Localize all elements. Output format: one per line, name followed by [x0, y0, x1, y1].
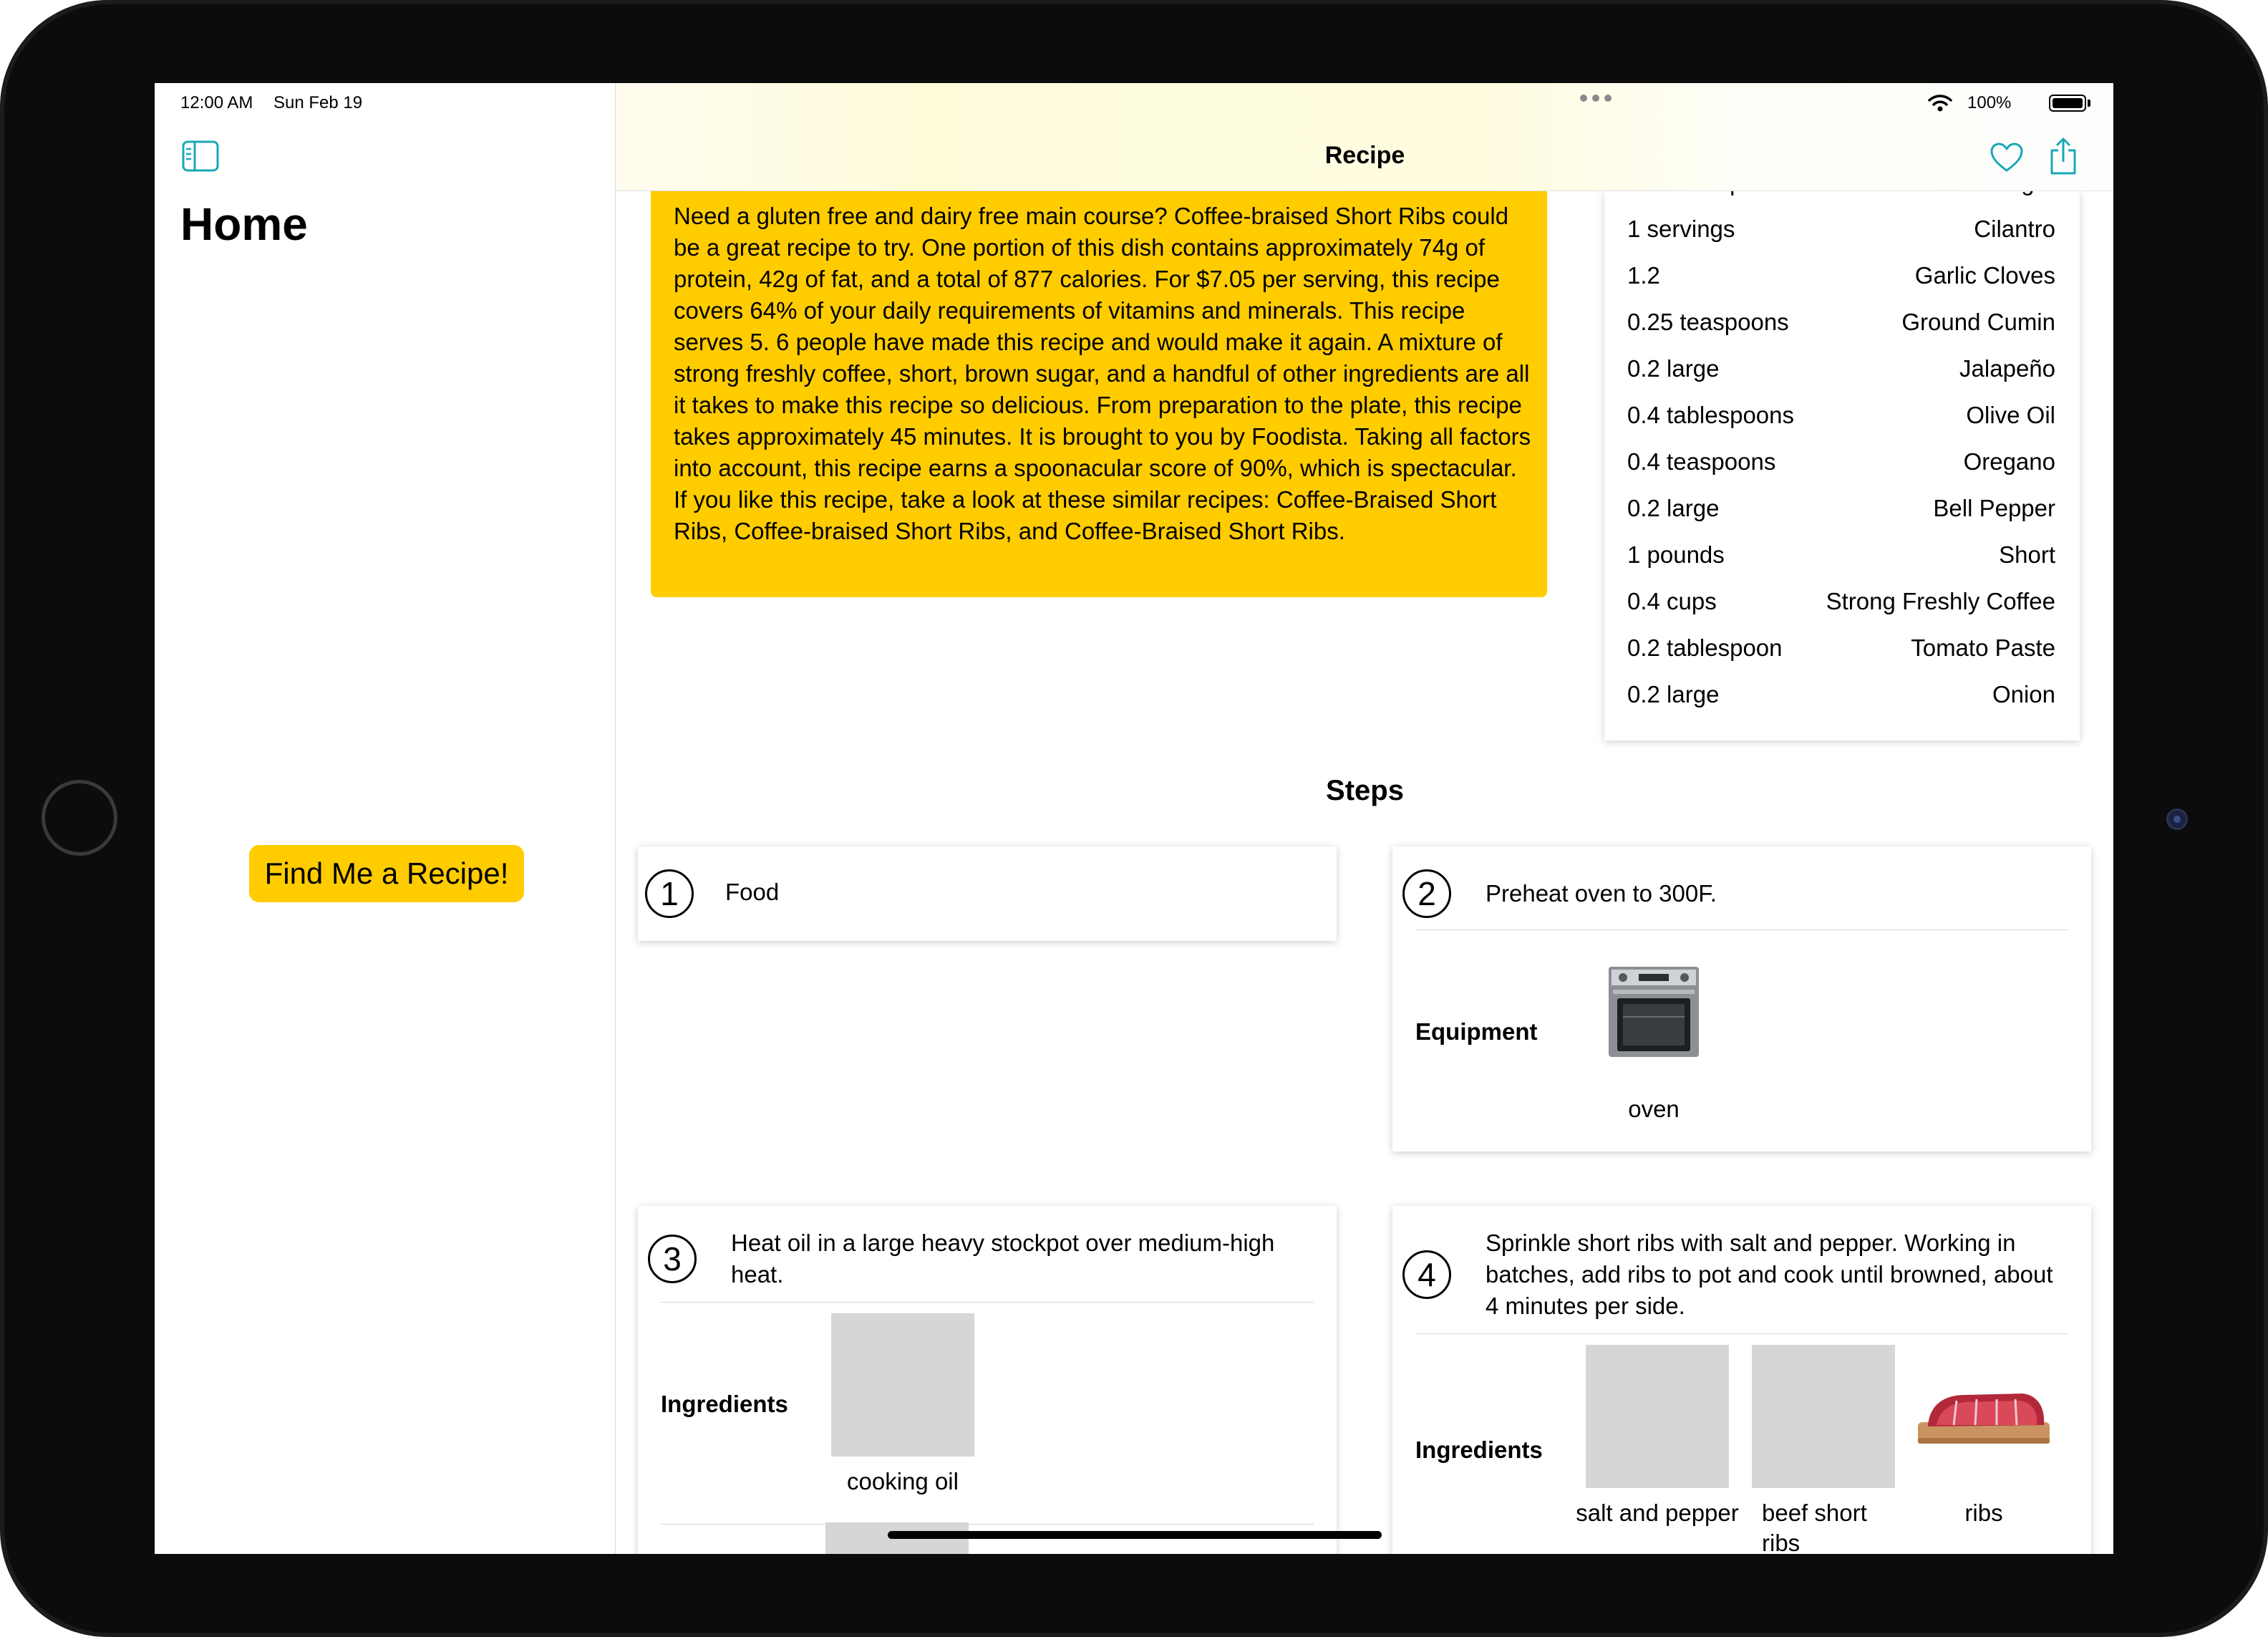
- ingredient-quantity: 0.4 teaspoons: [1627, 448, 1776, 475]
- ingredient-quantity: 0.2 tablespoon: [1627, 634, 1783, 661]
- battery-icon: [2049, 95, 2086, 112]
- battery-percentage: 100%: [1967, 93, 2012, 112]
- sidebar-icon[interactable]: [182, 140, 219, 172]
- ingredient-row: 0.2 large Bell Pepper: [1604, 488, 2080, 534]
- ingredient-name: Onion: [1992, 681, 2055, 708]
- multitasking-dots-icon[interactable]: [1580, 95, 1616, 109]
- ingredients-label: Ingredients: [661, 1391, 788, 1417]
- ingredient-name: Tomato Paste: [1911, 634, 2055, 661]
- ingredients-label: Ingredients: [1415, 1436, 1543, 1463]
- ingredient-quantity: 0.4 tablespoons: [1627, 402, 1795, 428]
- ingredient-row: 1 servings Cilantro: [1604, 208, 2080, 255]
- step-text: Sprinkle short ribs with salt and pepper…: [1486, 1230, 2053, 1319]
- ingredient-name: Garlic Cloves: [1914, 262, 2055, 289]
- step-card-1: 1 Food: [638, 846, 1337, 941]
- ingredient-quantity: 0.2 large: [1627, 681, 1720, 708]
- ingredient-quantity: 0.2 large: [1627, 495, 1720, 521]
- step-card-4: 4 Sprinkle short ribs with salt and pepp…: [1392, 1206, 2091, 1554]
- find-recipe-button[interactable]: Find Me a Recipe!: [249, 845, 524, 902]
- summary-card: Need a gluten free and dairy free main c…: [651, 190, 1547, 597]
- ingredients-card: 0.4 tablespoonsBrown Sugar1 servingsCila…: [1604, 169, 2080, 740]
- wifi-icon: [1928, 95, 1952, 112]
- step-number: 3: [648, 1235, 697, 1283]
- ingredient-name: cooking oil: [847, 1468, 959, 1494]
- share-icon[interactable]: [2048, 136, 2078, 176]
- ingredient-row: 0.2 large Jalapeño: [1604, 348, 2080, 395]
- heart-icon[interactable]: [1990, 142, 2024, 173]
- status-time: 12:00 AM: [180, 93, 253, 112]
- hardware-home-button: [42, 780, 117, 856]
- ingredient-name: Oregano: [1963, 448, 2055, 475]
- status-date: Sun Feb 19: [273, 93, 363, 112]
- ingredient-row: 1.2 Garlic Cloves: [1604, 255, 2080, 301]
- divider: [1415, 1333, 2068, 1334]
- step-text: Food: [725, 879, 780, 905]
- ingredient-name: Ground Cumin: [1901, 309, 2055, 335]
- ingredient-name: beef short ribs: [1762, 1500, 1867, 1554]
- ingredient-name: salt and pepper: [1576, 1500, 1739, 1526]
- screen: 12:00 AM Sun Feb 19 Home Find Me a Recip…: [155, 83, 2113, 1554]
- ingredient-quantity: 1 servings: [1627, 216, 1735, 242]
- equipment-name: oven: [1628, 1096, 1680, 1122]
- front-camera: [2166, 808, 2188, 830]
- page-title: Home: [180, 198, 308, 250]
- step-number: 4: [1402, 1250, 1451, 1299]
- divider: [661, 1524, 1314, 1525]
- ingredient-row: 0.4 teaspoons Oregano: [1604, 441, 2080, 488]
- ingredient-row: 0.2 tablespoon Tomato Paste: [1604, 627, 2080, 674]
- divider: [1415, 929, 2068, 930]
- step-number: 1: [645, 869, 694, 918]
- ingredient-name: Jalapeño: [1959, 355, 2055, 382]
- ingredient-image: [831, 1313, 974, 1457]
- ingredients-list: 0.4 tablespoonsBrown Sugar1 servingsCila…: [1604, 162, 2080, 720]
- ingredient-quantity: 1.2: [1627, 262, 1660, 289]
- ingredient-row: 1 pounds Short: [1604, 534, 2080, 581]
- ribs-image: [1918, 1394, 2050, 1444]
- ingredient-row: 0.25 teaspoons Ground Cumin: [1604, 301, 2080, 348]
- ingredient-name: ribs: [1964, 1500, 2003, 1526]
- ingredient-image: [1752, 1345, 1895, 1488]
- ingredient-quantity: 0.25 teaspoons: [1627, 309, 1789, 335]
- ingredient-name: Bell Pepper: [1933, 495, 2055, 521]
- step-card-2: 2 Preheat oven to 300F. Equipment oven: [1392, 846, 2091, 1151]
- step-text: Heat oil in a large heavy stockpot over …: [731, 1230, 1275, 1288]
- ingredient-quantity: 1 pounds: [1627, 541, 1725, 568]
- ingredient-row: 0.4 cups Strong Freshly Coffee: [1604, 581, 2080, 627]
- ingredient-row: 0.2 large Onion: [1604, 674, 2080, 720]
- equipment-label: Equipment: [1415, 1018, 1538, 1045]
- sidebar: 12:00 AM Sun Feb 19 Home Find Me a Recip…: [155, 83, 616, 1554]
- ingredient-image: [1586, 1345, 1729, 1488]
- ingredient-name: Olive Oil: [1966, 402, 2055, 428]
- ingredient-quantity: 0.2 large: [1627, 355, 1720, 382]
- ingredient-name: Short: [1999, 541, 2055, 568]
- summary-text: Need a gluten free and dairy free main c…: [674, 203, 1531, 544]
- step-card-3: 3 Heat oil in a large heavy stockpot ove…: [638, 1206, 1337, 1554]
- ingredient-quantity: 0.4 cups: [1627, 588, 1717, 614]
- step-text: Preheat oven to 300F.: [1486, 880, 1717, 907]
- ingredient-name: Cilantro: [1974, 216, 2055, 242]
- recipe-detail: Need a gluten free and dairy free main c…: [616, 83, 2113, 1554]
- nav-title: Recipe: [1324, 142, 1405, 169]
- divider: [661, 1302, 1314, 1303]
- ingredient-row: 0.4 tablespoons Olive Oil: [1604, 395, 2080, 441]
- ipad-frame: 12:00 AM Sun Feb 19 Home Find Me a Recip…: [0, 0, 2268, 1637]
- steps-heading: Steps: [1326, 775, 1404, 806]
- step-number: 2: [1402, 869, 1451, 918]
- oven-image: [1609, 967, 1699, 1057]
- ingredient-name: Strong Freshly Coffee: [1826, 588, 2055, 614]
- home-indicator[interactable]: [888, 1531, 1382, 1539]
- navigation-bar: Recipe 100%: [616, 83, 2113, 191]
